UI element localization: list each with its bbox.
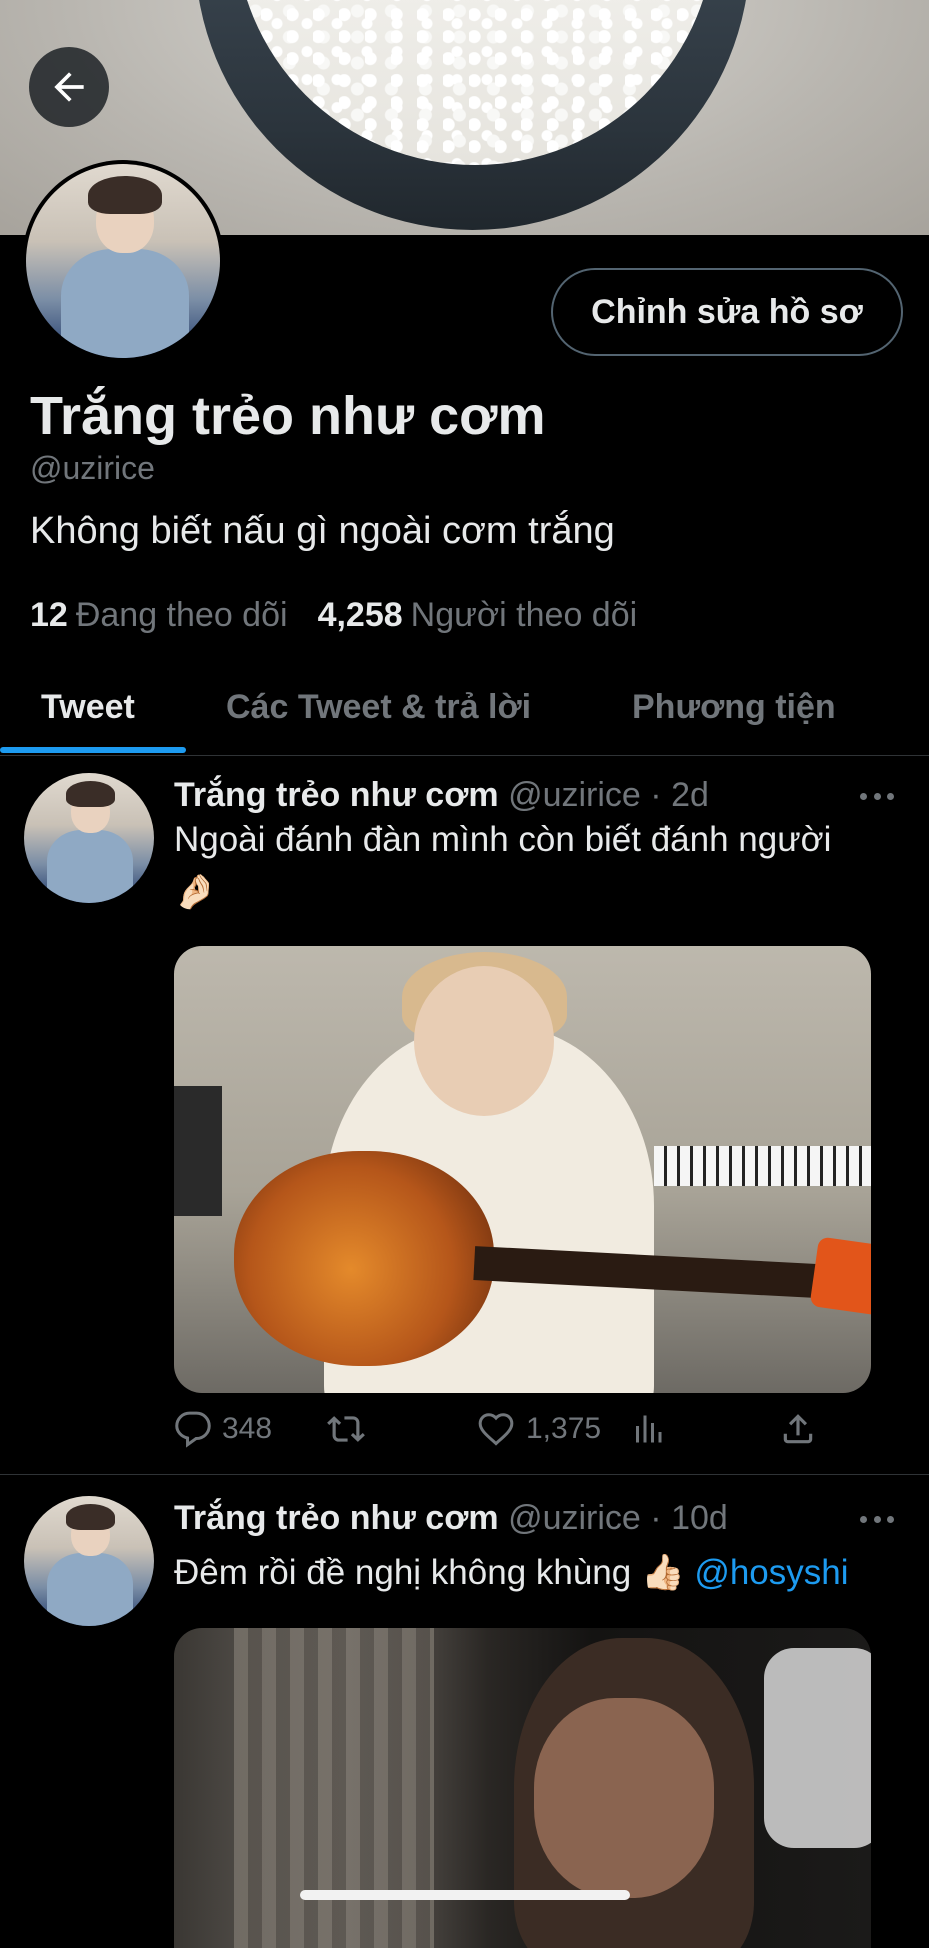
tab-tweets-and-replies[interactable]: Các Tweet & trả lời	[226, 660, 531, 755]
followers-label[interactable]: Người theo dõi	[411, 596, 638, 635]
more-icon[interactable]	[860, 786, 894, 806]
tweet-media-image[interactable]	[174, 1628, 871, 1948]
tweet-text: Ngoài đánh đàn mình còn biết đánh người	[174, 820, 832, 859]
tab-tweets[interactable]: Tweet	[41, 660, 135, 755]
tweet-author-handle[interactable]: @uzirice	[508, 1499, 641, 1537]
tweet-author-name[interactable]: Trắng trẻo như cơm	[174, 776, 499, 814]
views-button[interactable]	[630, 1410, 666, 1448]
tweet-mention-link[interactable]: @hosyshi	[694, 1553, 848, 1592]
tweet-author-name[interactable]: Trắng trẻo như cơm	[174, 1499, 499, 1537]
profile-avatar[interactable]	[22, 160, 224, 362]
tweet-separator: ·	[650, 1499, 662, 1537]
profile-bio: Không biết nấu gì ngoài cơm trắng	[30, 510, 615, 552]
profile-display-name: Trắng trẻo như cơm	[30, 386, 546, 446]
tweet-media-image[interactable]	[174, 946, 871, 1393]
active-tab-indicator	[0, 747, 186, 753]
edit-profile-button[interactable]: Chỉnh sửa hồ sơ	[551, 268, 903, 356]
tweet-avatar[interactable]	[24, 773, 154, 903]
like-count: 1,375	[526, 1412, 602, 1445]
profile-tabs: Tweet Các Tweet & trả lời Phương tiện	[0, 660, 929, 756]
following-count[interactable]: 12	[30, 596, 68, 635]
share-icon	[783, 1414, 813, 1444]
tab-media[interactable]: Phương tiện	[632, 660, 836, 755]
tweet-text-body: Đêm rồi đề nghị không khùng	[174, 1553, 632, 1592]
more-icon[interactable]	[860, 1509, 894, 1529]
tweet-avatar[interactable]	[24, 1496, 154, 1626]
reply-count: 348	[222, 1412, 273, 1445]
followers-count[interactable]: 4,258	[318, 596, 403, 635]
following-label[interactable]: Đang theo dõi	[76, 596, 288, 635]
tweet-header: Trắng trẻo như cơm @uzirice · 2d	[174, 776, 709, 815]
home-indicator[interactable]	[300, 1890, 630, 1900]
back-arrow-icon	[54, 72, 84, 102]
tweet-actions: 348 1,375	[174, 1410, 834, 1460]
tweet-text: Đêm rồi đề nghị không khùng 👍🏻 @hosyshi	[174, 1552, 849, 1593]
reply-icon	[175, 1411, 211, 1448]
tweet-emoji: 🤌🏻	[174, 873, 217, 911]
share-button[interactable]	[779, 1410, 817, 1448]
tweet-divider	[0, 1474, 929, 1475]
profile-stats: 12 Đang theo dõi 4,258 Người theo dõi	[30, 596, 659, 635]
retweet-icon	[327, 1416, 365, 1442]
retweet-button[interactable]	[324, 1410, 368, 1448]
tweet-separator: ·	[650, 776, 662, 814]
tweet-time[interactable]: 10d	[671, 1499, 728, 1537]
tweet-author-handle[interactable]: @uzirice	[508, 776, 641, 814]
profile-handle: @uzirice	[30, 450, 155, 486]
back-button[interactable]	[29, 47, 109, 127]
tweet-emoji: 👍🏻	[640, 1553, 685, 1592]
views-icon	[636, 1415, 662, 1443]
like-button[interactable]: 1,375	[476, 1410, 601, 1448]
tweet-time[interactable]: 2d	[671, 776, 709, 814]
avatar-image	[26, 164, 220, 358]
reply-button[interactable]: 348	[174, 1410, 272, 1448]
like-icon	[478, 1413, 514, 1446]
tweet-header: Trắng trẻo như cơm @uzirice · 10d	[174, 1499, 728, 1538]
